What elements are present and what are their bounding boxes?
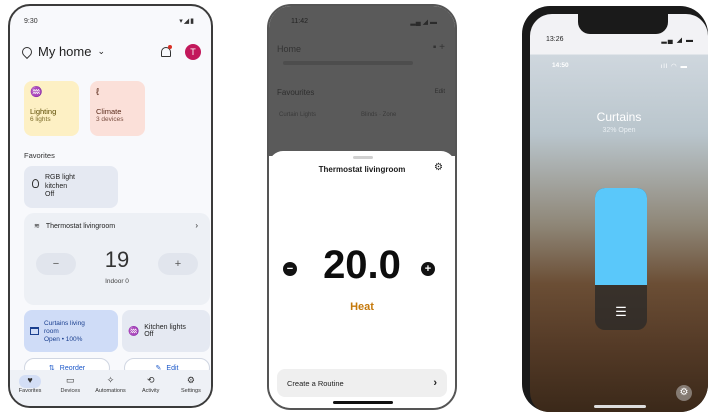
curtains-screen: 13:26 ▂▄ ◢ ▬ 14:50 ıll ◠ ▬ Curtains 32% … <box>530 14 708 412</box>
climate-tile[interactable]: ℓ Climate 3 devices <box>90 81 145 136</box>
mode-label[interactable]: Heat <box>269 301 455 313</box>
gear-icon[interactable]: ⚙ <box>676 385 692 401</box>
add-icon: ▪ + <box>432 42 445 53</box>
chevron-right-icon[interactable]: › <box>195 221 198 230</box>
curtains-title: Curtains <box>596 110 642 124</box>
nav-label: Devices <box>60 388 81 394</box>
blurred-text <box>283 61 413 65</box>
thermostat-sheet: Thermostat livingroom ⚙ − 20.0 + Heat Cr… <box>269 151 455 408</box>
routine-label: Create a Routine <box>287 378 344 388</box>
lights-icon: ♒ <box>128 325 140 336</box>
tile-sub: 3 devices <box>96 116 124 123</box>
chevron-right-icon: › <box>433 377 437 389</box>
nav-label: Automations <box>95 388 126 394</box>
thermostat-card[interactable]: ≋ Thermostat livingroom › − 19 + Indoor … <box>24 213 210 305</box>
bg-edit-link: Edit <box>434 89 445 95</box>
home-selector[interactable]: My home ⌄ <box>19 44 106 59</box>
bg-card-1: Curtain Lights <box>279 112 317 118</box>
curtains-status: 32% Open <box>602 127 636 134</box>
outer-status-icons: ▂▄ ◢ ▬ <box>661 37 694 44</box>
thermostat-header: ≋ Thermostat livingroom <box>34 222 116 231</box>
nav-activity[interactable]: ⟲ Activity <box>131 370 171 406</box>
favorites-heading: Favorites <box>24 151 55 160</box>
curtains-phone: 13:26 ▂▄ ◢ ▬ 14:50 ıll ◠ ▬ Curtains 32% … <box>522 6 708 412</box>
nav-label: Settings <box>180 388 201 394</box>
history-icon: ⟲ <box>146 375 155 385</box>
notification-bell-icon[interactable] <box>160 45 172 58</box>
home-title: My home <box>38 44 92 59</box>
indoor-temperature: Indoor 0 <box>105 278 129 285</box>
thermometer-icon: ℓ <box>96 87 100 98</box>
dimmed-background[interactable]: 11:42 ▂▄ ◢ ▬ Home ▪ + Favourites Edit Cu… <box>269 6 455 156</box>
card-name: RGB light kitchen <box>45 174 75 190</box>
slider-fill <box>595 188 647 285</box>
status-time: 11:42 <box>291 18 308 25</box>
home-indicator[interactable] <box>594 405 646 408</box>
google-home-phone: 9:30 ▾◢▮ My home ⌄ T ♒ Lighting 6 lights… <box>8 4 213 408</box>
nav-devices[interactable]: ▭ Devices <box>50 370 90 406</box>
nav-settings[interactable]: ⚙ Settings <box>171 370 211 406</box>
devices-icon: ▭ <box>66 375 75 385</box>
create-routine-button[interactable]: Create a Routine › <box>277 369 447 397</box>
curtain-list-icon: ☰ <box>615 304 627 319</box>
bg-home-title: Home <box>277 44 302 54</box>
thermostat-name: Thermostat livingroom <box>45 222 116 230</box>
bg-card-2: Blinds · Zone <box>361 112 397 118</box>
inner-status-time: 14:50 <box>552 62 569 69</box>
tile-sub: 6 lights <box>30 116 51 123</box>
sheet-title: Thermostat livingroom <box>318 165 406 174</box>
nav-label: Favorites <box>18 388 42 394</box>
avatar[interactable]: T <box>185 44 201 60</box>
card-name: Curtains living room <box>44 319 85 335</box>
curtains-icon <box>30 327 39 335</box>
card-name: Kitchen lights <box>144 324 186 331</box>
home-indicator[interactable] <box>333 401 393 404</box>
bottom-navigation: ♥ Favorites ▭ Devices ✧ Automations ⟲ Ac… <box>10 370 211 406</box>
outer-status-time: 13:26 <box>546 36 564 43</box>
curtain-position-slider[interactable]: ☰ <box>595 188 647 330</box>
heat-waves-icon: ≋ <box>34 223 40 230</box>
lightbulb-icon <box>32 179 39 188</box>
inner-status-icons: ıll ◠ ▬ <box>660 63 688 70</box>
thermostat-phone: 11:42 ▂▄ ◢ ▬ Home ▪ + Favourites Edit Cu… <box>267 4 457 410</box>
tile-name: Climate <box>96 107 122 116</box>
sheet-grabber[interactable] <box>353 156 373 159</box>
increase-button[interactable]: + <box>158 253 198 275</box>
status-icons: ▾◢▮ <box>179 18 195 25</box>
lightbulb-icon: ♒ <box>30 87 43 98</box>
gear-icon: ⚙ <box>186 375 195 385</box>
notch <box>578 14 668 34</box>
card-status: Off <box>45 191 55 198</box>
rgb-light-card[interactable]: RGB light kitchen Off <box>24 166 118 208</box>
bg-favourites-heading: Favourites <box>277 88 315 97</box>
notification-dot <box>168 45 172 49</box>
nav-favorites[interactable]: ♥ Favorites <box>10 370 50 406</box>
gear-icon[interactable]: ⚙ <box>434 162 443 173</box>
status-icons: ▂▄ ◢ ▬ <box>410 19 437 26</box>
sparkle-icon: ✧ <box>106 375 115 385</box>
nav-label: Activity <box>142 388 160 394</box>
chevron-down-icon: ⌄ <box>97 46 106 56</box>
tile-name: Lighting <box>30 107 57 116</box>
location-pin-icon <box>19 44 35 59</box>
card-status: Open • 100% <box>44 335 83 343</box>
lighting-tile[interactable]: ♒ Lighting 6 lights <box>24 81 79 136</box>
curtains-card[interactable]: Curtains living room Open • 100% <box>24 310 118 352</box>
kitchen-lights-card[interactable]: ♒ Kitchen lights Off <box>122 310 210 352</box>
card-status: Off <box>144 331 154 338</box>
nav-automations[interactable]: ✧ Automations <box>90 370 130 406</box>
heart-icon: ♥ <box>19 375 42 388</box>
increase-temperature-button[interactable]: + <box>421 262 435 276</box>
status-time: 9:30 <box>24 18 38 25</box>
